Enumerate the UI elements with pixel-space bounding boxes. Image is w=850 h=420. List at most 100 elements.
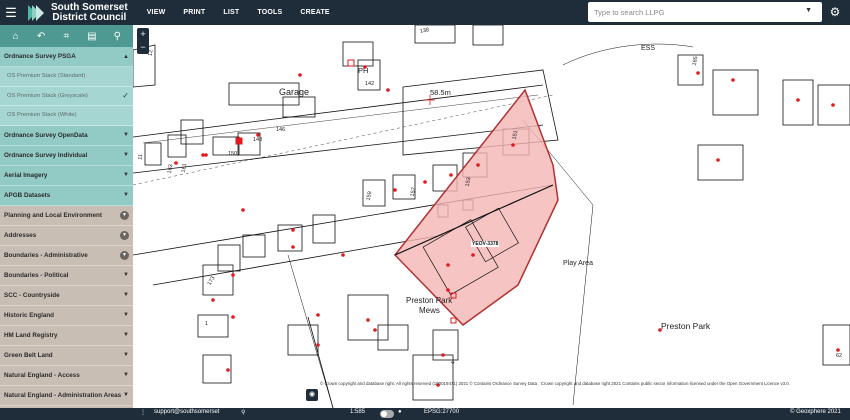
layer-group-label: Boundaries - Political bbox=[4, 271, 69, 279]
toggle-dot-icon: ● bbox=[398, 409, 402, 415]
layer-group-14[interactable]: Natural England - Administration Areas ▼ bbox=[0, 385, 133, 406]
search-input[interactable] bbox=[588, 7, 788, 17]
more-icon[interactable]: ⋮ bbox=[140, 409, 146, 416]
layer-group-1[interactable]: Ordnance Survey OpenData ▼ bbox=[0, 125, 133, 146]
layer-group-8[interactable]: Boundaries - Political ▼ bbox=[0, 265, 133, 286]
search-icon[interactable]: ⚲ bbox=[108, 31, 126, 42]
layer-group-label: HM Land Registry bbox=[4, 331, 58, 339]
map-label-ess: ESS bbox=[641, 45, 656, 52]
sidebar-toolbar: ⌂ ↶ ⌗ ▤ ⚲ bbox=[0, 25, 133, 47]
top-bar: ☰ South Somerset District Council VIEW P… bbox=[0, 0, 850, 25]
map-label-selected-id: YEOV-3378 bbox=[471, 241, 500, 247]
checkmark-icon: ✓ bbox=[122, 91, 129, 101]
chevron-down-icon[interactable]: ▼ bbox=[123, 132, 129, 138]
map-label-mews-1: Preston Park bbox=[406, 296, 453, 305]
layer-group-11[interactable]: HM Land Registry ▼ bbox=[0, 325, 133, 346]
chevron-down-icon[interactable]: ▼ bbox=[123, 352, 129, 358]
layer-group-5[interactable]: Planning and Local Environment ▼ bbox=[0, 205, 133, 226]
layer-sidebar: ⌂ ↶ ⌗ ▤ ⚲ Ordnance Survey PSGA ▲ OS Premiu… bbox=[0, 25, 133, 408]
expand-circle-icon[interactable]: ▼ bbox=[120, 230, 129, 240]
logo-line-1: South Somerset bbox=[51, 1, 128, 13]
chevron-down-icon[interactable]: ▼ bbox=[123, 312, 129, 318]
layer-group-label: Natural England - Administration Areas bbox=[4, 391, 122, 399]
crop-icon[interactable]: ⌗ bbox=[57, 31, 75, 42]
layer-group-3[interactable]: Aerial Imagery ▼ bbox=[0, 165, 133, 186]
layer-group-label: SCC - Countryside bbox=[4, 291, 60, 299]
layer-group-label: Historic England bbox=[4, 311, 55, 319]
chevron-down-icon[interactable]: ▼ bbox=[123, 392, 129, 398]
comment-icon[interactable]: ▤ bbox=[83, 31, 101, 42]
nav-create[interactable]: CREATE bbox=[291, 9, 338, 16]
layer-list: Ordnance Survey PSGA ▲ OS Premium Stack (S… bbox=[0, 47, 133, 408]
layer-group-9[interactable]: SCC - Countryside ▼ bbox=[0, 285, 133, 306]
layer-group-label: Ordnance Survey PSGA bbox=[4, 53, 76, 60]
map-label-ph: PH bbox=[358, 66, 369, 75]
support-email[interactable]: support@southsomerset bbox=[154, 409, 219, 415]
nav-list[interactable]: LIST bbox=[214, 9, 248, 16]
house-number: 150 bbox=[228, 151, 238, 157]
layer-group-2[interactable]: Ordnance Survey Individual ▼ bbox=[0, 145, 133, 166]
location-icon[interactable]: ⚲ bbox=[241, 409, 245, 416]
basemap-option-label: OS Premium Stack (Greyscale) bbox=[7, 92, 88, 99]
layer-group-label: Green Belt Land bbox=[4, 351, 53, 359]
basemap-toggle[interactable] bbox=[380, 410, 394, 418]
layer-group-label: Natural England - Access bbox=[4, 371, 80, 379]
council-logo: South Somerset District Council bbox=[26, 0, 128, 25]
chevron-down-icon[interactable]: ▼ bbox=[123, 152, 129, 158]
layer-group-label: APGB Datasets bbox=[4, 191, 51, 199]
zoom-out-button[interactable]: − bbox=[137, 41, 149, 54]
layer-group-7[interactable]: Boundaries - Administrative ▼ bbox=[0, 245, 133, 266]
chevron-down-icon[interactable]: ▼ bbox=[123, 192, 129, 198]
expand-circle-icon[interactable]: ▼ bbox=[120, 210, 129, 220]
layer-group-10[interactable]: Historic England ▼ bbox=[0, 305, 133, 326]
basemap-option[interactable]: OS Premium Stack (White) bbox=[0, 106, 133, 126]
logo-mark-icon bbox=[28, 4, 44, 21]
nav-view[interactable]: VIEW bbox=[138, 9, 175, 16]
layer-group-0[interactable]: Ordnance Survey PSGA ▲ bbox=[0, 47, 133, 67]
map-copyright: © Crown copyright and database right. Al… bbox=[320, 381, 790, 386]
dropdown-caret-icon[interactable]: ▼ bbox=[805, 7, 812, 14]
map-label-mews-2: Mews bbox=[419, 306, 440, 315]
chevron-down-icon[interactable]: ▼ bbox=[123, 292, 129, 298]
chevron-up-icon[interactable]: ▲ bbox=[123, 54, 129, 60]
map-label-garage: Garage bbox=[279, 87, 310, 97]
house-number: 1 bbox=[205, 321, 209, 327]
house-number: 11 bbox=[137, 153, 145, 161]
basemap-option[interactable]: OS Premium Stack (Greyscale) ✓ bbox=[0, 86, 133, 106]
geoxphere-credit: © Geoxphere 2021 bbox=[790, 409, 841, 415]
layer-group-label: Aerial Imagery bbox=[4, 171, 48, 179]
map-scale: 1:585 bbox=[350, 409, 366, 415]
layer-group-label: Addresses bbox=[4, 231, 37, 239]
home-icon[interactable]: ⌂ bbox=[7, 31, 25, 42]
llpg-search[interactable]: ▼ bbox=[588, 2, 822, 22]
map-canvas[interactable]: Garage PH 58.5m ESS Play Area Preston Pa… bbox=[133, 25, 850, 408]
zoom-control: + − bbox=[137, 28, 149, 54]
expand-circle-icon[interactable]: ▼ bbox=[120, 250, 129, 260]
status-bar: ⋮ support@southsomerset ⚲ 1:585 ● EPSG:2… bbox=[0, 408, 850, 420]
chevron-down-icon[interactable]: ▼ bbox=[123, 172, 129, 178]
house-number: 146 bbox=[276, 127, 286, 133]
nav-tools[interactable]: TOOLS bbox=[248, 9, 291, 16]
logo-line-2: District Council bbox=[52, 11, 127, 23]
layer-group-6[interactable]: Addresses ▼ bbox=[0, 225, 133, 246]
map-svg[interactable] bbox=[133, 25, 850, 408]
chevron-down-icon[interactable]: ▼ bbox=[123, 332, 129, 338]
nav-print[interactable]: PRINT bbox=[174, 9, 214, 16]
undo-icon[interactable]: ↶ bbox=[32, 31, 50, 42]
zoom-in-button[interactable]: + bbox=[137, 28, 149, 41]
epsg-code: EPSG:27700 bbox=[424, 409, 460, 415]
layer-group-13[interactable]: Natural England - Access ▼ bbox=[0, 365, 133, 386]
basemap-option[interactable]: OS Premium Stack (Standard) bbox=[0, 67, 133, 87]
menu-icon[interactable]: ☰ bbox=[0, 0, 22, 25]
layer-group-label: Ordnance Survey Individual bbox=[4, 151, 88, 159]
layer-group-12[interactable]: Green Belt Land ▼ bbox=[0, 345, 133, 366]
house-number: 62 bbox=[836, 353, 843, 359]
layer-group-4[interactable]: APGB Datasets ▼ bbox=[0, 185, 133, 206]
layer-group-label: Boundaries - Administrative bbox=[4, 251, 88, 259]
info-icon[interactable]: ◉ bbox=[306, 389, 318, 401]
gear-icon[interactable]: ⚙ bbox=[828, 5, 842, 19]
house-number: 148 bbox=[253, 137, 263, 143]
layer-group-label: Planning and Local Environment bbox=[4, 211, 102, 219]
chevron-down-icon[interactable]: ▼ bbox=[123, 272, 129, 278]
chevron-down-icon[interactable]: ▼ bbox=[123, 372, 129, 378]
